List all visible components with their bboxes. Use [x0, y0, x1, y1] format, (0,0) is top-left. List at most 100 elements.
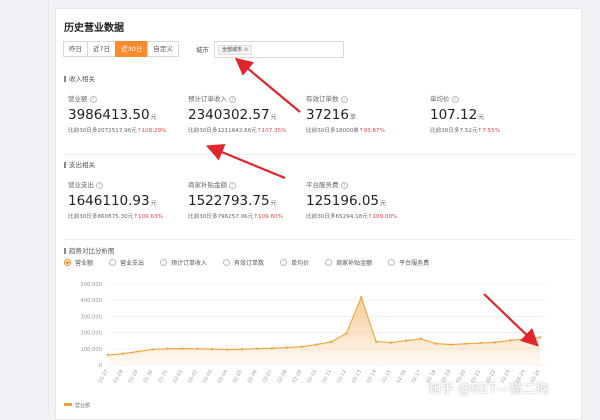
range-tab[interactable]: 昨日	[63, 41, 88, 57]
metric-label-text: 商家补贴金额	[188, 181, 227, 189]
city-tag: 全部城市 ⊗	[218, 45, 253, 55]
data-point	[523, 337, 527, 340]
section-divider	[64, 239, 574, 240]
radio-icon	[280, 259, 288, 266]
change-percent: ↑107.35%	[256, 128, 287, 134]
chart-legend: 营业额	[64, 402, 90, 409]
page-title: 历史营业数据	[64, 23, 124, 34]
metric-compare: 比前30日多65294.18元↑109.00%	[306, 212, 397, 220]
x-tick-label: 02-15	[381, 369, 393, 384]
y-tick-label: 400,000	[81, 298, 102, 304]
range-tab[interactable]: 自定义	[147, 41, 179, 57]
x-tick-label: 02-14	[366, 369, 378, 384]
y-tick-label: 0	[99, 363, 102, 369]
range-tab[interactable]: 近7日	[87, 41, 117, 57]
radio-icon	[64, 259, 71, 266]
metric-unit: 单	[349, 114, 356, 121]
radio-label: 单均价	[291, 260, 310, 267]
city-tag-text: 全部城市	[222, 47, 243, 53]
data-point	[345, 332, 348, 335]
data-point	[404, 339, 408, 342]
radio-label: 营业支出	[120, 260, 145, 267]
section-divider	[64, 154, 574, 155]
metric-value: 107.12元	[430, 107, 500, 123]
close-icon[interactable]: ⊗	[244, 47, 248, 53]
radio-label: 平台服务费	[399, 260, 430, 267]
metric-radio-option[interactable]: 营业额	[64, 258, 93, 267]
compare-text: 比前30日多1211642.66元	[188, 128, 257, 134]
metric-label: 预计订单收入?	[188, 93, 286, 103]
metric-radio-option[interactable]: 预计订单收入	[160, 258, 207, 267]
legend-label: 营业额	[75, 403, 91, 409]
x-tick-label: 02-13	[351, 369, 363, 384]
expense-section-title: 支出相关	[64, 159, 95, 169]
data-point	[166, 347, 169, 350]
help-icon[interactable]: ?	[96, 182, 103, 189]
data-point	[315, 343, 318, 346]
data-point	[255, 347, 259, 350]
metric-number: 125196.05	[306, 193, 380, 209]
radio-label: 营业额	[75, 260, 94, 267]
y-tick-label: 500,000	[81, 282, 102, 288]
range-tab[interactable]: 近30日	[115, 41, 149, 57]
radio-icon	[223, 259, 231, 266]
metric-label-text: 预计订单收入	[188, 95, 227, 103]
x-tick-label: 02-05	[232, 369, 244, 384]
city-select[interactable]: 全部城市 ⊗	[214, 41, 344, 58]
metric-radio-option[interactable]: 单均价	[280, 258, 309, 267]
metric-label-text: 营业额	[68, 95, 88, 103]
metric-compare: 比前30日多2072517.96元↑108.29%	[68, 126, 166, 134]
change-percent: ↑7.55%	[477, 128, 501, 134]
metric-radio-option[interactable]: 平台服务费	[388, 258, 429, 267]
data-point	[479, 341, 482, 345]
x-tick-label: 02-01	[172, 369, 184, 384]
radio-icon	[388, 259, 396, 266]
metric-radio-option[interactable]: 营业支出	[109, 258, 144, 267]
metric-value: 1522793.75元	[188, 193, 283, 209]
metric-number: 37216	[306, 107, 349, 123]
data-point	[389, 341, 393, 344]
data-point	[374, 340, 378, 343]
data-point	[285, 346, 288, 349]
metric-unit: 元	[150, 114, 157, 121]
metric-card: 营业支出? 1646110.93元 比前30日多860875.30元↑109.63%	[68, 179, 163, 220]
metric-unit: 元	[478, 114, 485, 121]
city-label: 城市	[196, 46, 209, 54]
metric-card: 平台服务费? 125196.05元比前30日多65294.18元↑109.00%	[306, 179, 397, 220]
change-percent: ↑109.00%	[367, 214, 398, 220]
change-percent: ↑108.29%	[136, 128, 167, 134]
help-icon[interactable]: ?	[340, 182, 348, 189]
metric-compare: 比前30日多796257.06元↑109.60%	[188, 212, 283, 220]
data-point	[181, 347, 184, 350]
metric-radio-option[interactable]: 商家补贴金额	[325, 258, 372, 267]
metric-value: 125196.05元	[306, 193, 397, 209]
metric-unit: 元	[150, 200, 157, 207]
metric-card: 营业额? 3986413.50元比前30日多2072517.96元↑108.29%	[68, 93, 166, 134]
help-icon[interactable]: ?	[340, 96, 348, 103]
radio-icon	[325, 259, 333, 266]
change-percent: ↑93.67%	[358, 128, 385, 134]
help-icon[interactable]: ?	[89, 96, 97, 103]
legend-swatch	[64, 403, 72, 406]
help-icon[interactable]: ?	[451, 96, 459, 103]
metric-unit: 元	[270, 200, 277, 207]
x-tick-label: 02-07	[261, 369, 273, 384]
metric-card: 预计订单收入? 2340302.57元 比前30日多1211642.66元↑107.…	[188, 93, 286, 134]
metric-card: 商家补贴金额? 1522793.75元比前30日多796257.06元↑109.6…	[188, 179, 283, 220]
chart-metric-selector: 营业额 营业支出 预计订单收入 有效订单数 单均价 商家补贴金额 平台服务费	[64, 258, 445, 267]
radio-icon	[160, 259, 168, 266]
metric-card: 单均价? 107.12元 比前30日多7.52元↑7.55%	[430, 93, 500, 134]
metric-number: 1522793.75	[188, 193, 270, 209]
metric-label: 商家补贴金额?	[188, 179, 283, 189]
data-point	[538, 336, 542, 339]
metric-label-text: 平台服务费	[306, 181, 339, 189]
radio-label: 预计订单收入	[171, 260, 208, 267]
change-percent: ↑109.60%	[253, 214, 283, 220]
help-icon[interactable]: ?	[229, 182, 236, 189]
metric-number: 3986413.50	[68, 107, 150, 123]
metric-compare: 比前30日多18000单↑93.67%	[306, 126, 385, 134]
radio-icon	[109, 259, 117, 266]
metric-label: 单均价?	[430, 93, 500, 103]
metric-radio-option[interactable]: 有效订单数	[223, 258, 264, 267]
help-icon[interactable]: ?	[229, 96, 236, 103]
